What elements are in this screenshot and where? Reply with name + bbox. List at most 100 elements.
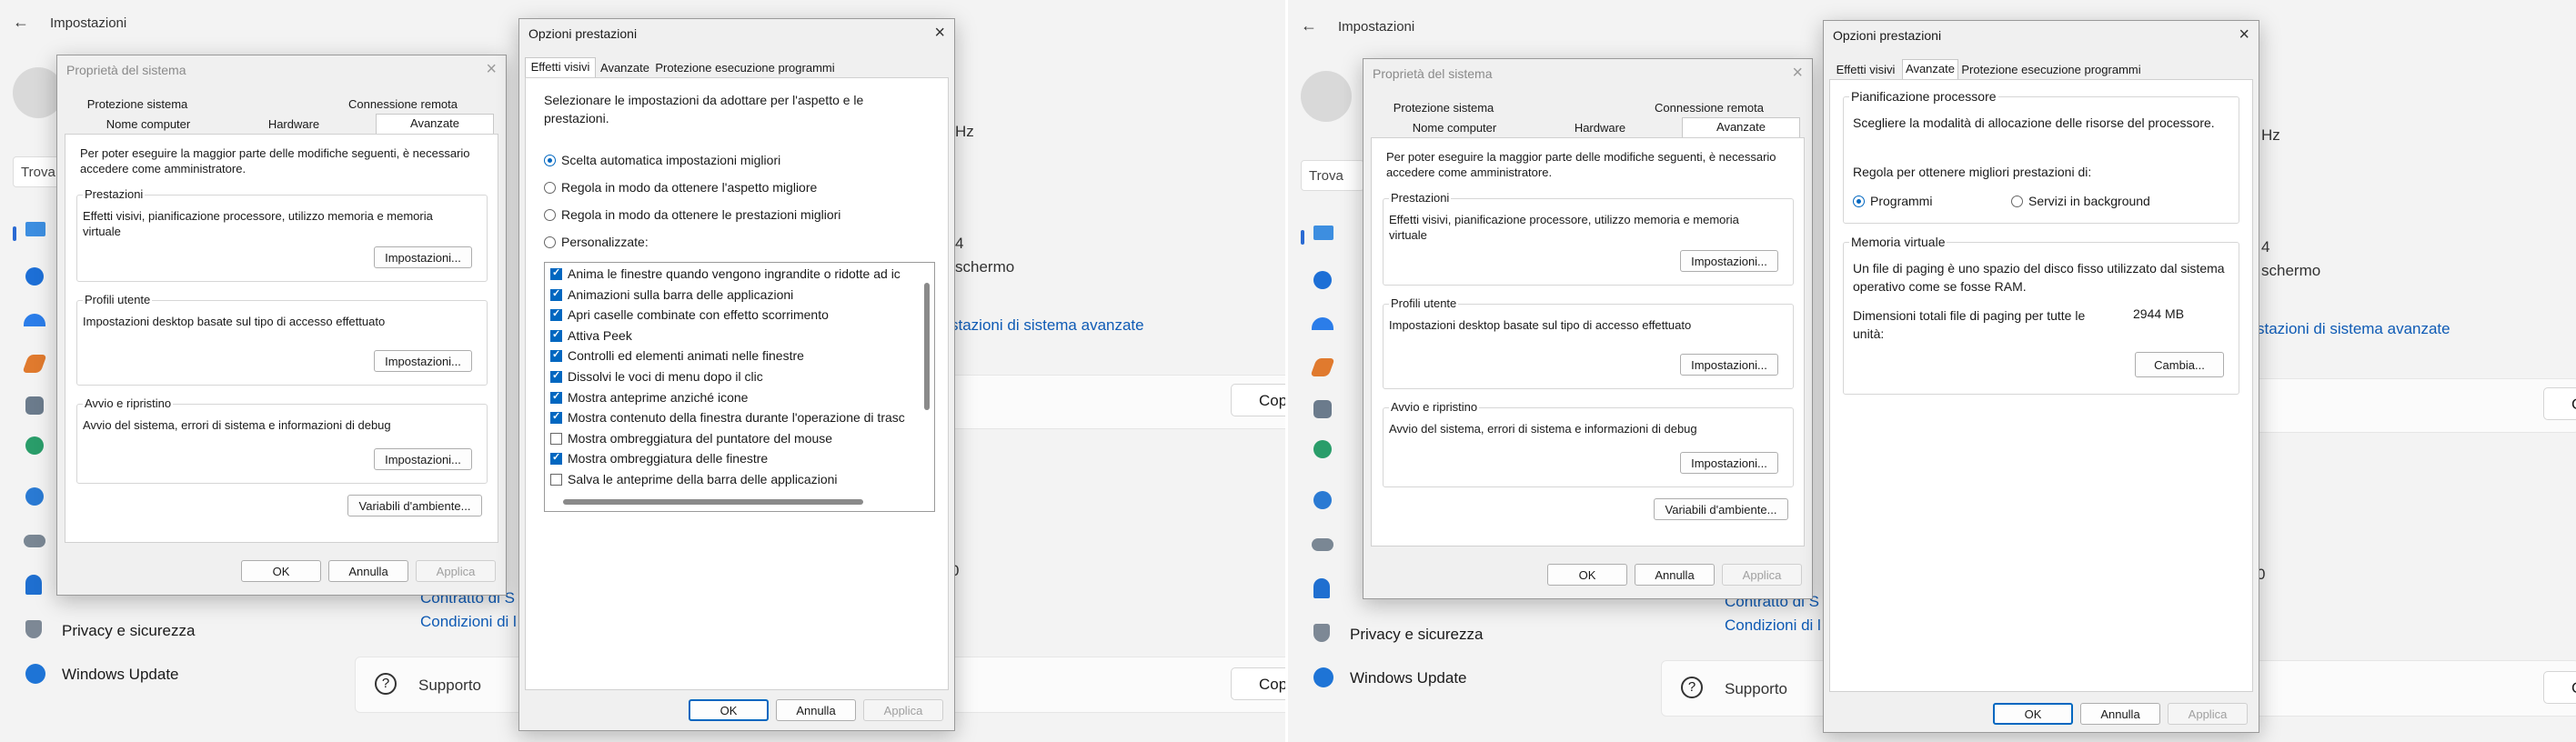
tab-advanced[interactable]: Avanzate (1902, 59, 1958, 79)
ok-button[interactable]: OK (241, 560, 321, 582)
accounts-icon[interactable] (25, 436, 44, 455)
apply-button[interactable]: Applica (2168, 703, 2248, 725)
environment-variables-button[interactable]: Variabili d'ambiente... (347, 495, 482, 516)
time-language-icon[interactable] (1313, 491, 1332, 509)
visual-effect-item[interactable]: Mostra contenuto della finestra durante … (550, 410, 905, 430)
tab-advanced[interactable]: Avanzate (376, 114, 494, 134)
nav-item-privacy[interactable]: Privacy e sicurezza (62, 622, 195, 640)
checkbox[interactable] (550, 266, 562, 280)
checkbox[interactable] (550, 432, 562, 445)
startup-settings-button[interactable]: Impostazioni... (374, 448, 472, 470)
gaming-icon[interactable] (1312, 538, 1333, 551)
close-icon[interactable]: × (1792, 63, 1803, 84)
performance-settings-button[interactable]: Impostazioni... (1680, 250, 1778, 272)
system-icon[interactable] (1313, 226, 1333, 240)
performance-settings-button[interactable]: Impostazioni... (374, 246, 472, 268)
apps-icon[interactable] (25, 396, 44, 415)
gaming-icon[interactable] (24, 535, 45, 547)
tab-system-protection[interactable]: Protezione sistema (1371, 99, 1516, 117)
radio-programs[interactable]: Programmi (1853, 194, 1932, 212)
license-terms-link[interactable]: Condizioni di l (420, 613, 517, 631)
apply-button[interactable]: Applica (416, 560, 496, 582)
nav-item-windows-update[interactable]: Windows Update (1350, 669, 1467, 687)
vertical-scrollbar[interactable] (924, 283, 930, 410)
personalization-icon[interactable] (22, 355, 47, 373)
nav-item-windows-update[interactable]: Windows Update (62, 666, 179, 684)
cancel-button[interactable]: Annulla (1635, 564, 1715, 586)
bluetooth-icon[interactable] (25, 267, 44, 286)
personalization-icon[interactable] (1310, 358, 1335, 376)
windows-update-icon[interactable] (1313, 667, 1333, 687)
visual-effect-item[interactable]: Mostra ombreggiatura del puntatore del m… (550, 431, 832, 451)
radio-auto-best[interactable]: Scelta automatica impostazioni migliori (544, 153, 780, 171)
tab-data-execution-prevention[interactable]: Protezione esecuzione programmi (654, 59, 836, 77)
radio-best-performance[interactable]: Regola in modo da ottenere le prestazion… (544, 207, 840, 226)
visual-effect-item[interactable]: Apri caselle combinate con effetto scorr… (550, 307, 829, 327)
radio-background-indicator[interactable] (2011, 196, 2023, 207)
change-button[interactable]: Cambia... (2135, 352, 2224, 377)
accessibility-icon[interactable] (25, 575, 42, 595)
tab-hardware[interactable]: Hardware (239, 115, 348, 134)
cancel-button[interactable]: Annulla (328, 560, 408, 582)
copy-button[interactable]: Copi (1231, 384, 1288, 416)
visual-effect-item[interactable]: Animazioni sulla barra delle applicazion… (550, 287, 793, 307)
visual-effect-item[interactable]: Attiva Peek (550, 328, 632, 348)
close-icon[interactable]: × (934, 23, 945, 44)
tab-data-execution-prevention[interactable]: Protezione esecuzione programmi (1960, 61, 2142, 79)
ok-button[interactable]: OK (689, 699, 769, 721)
cancel-button[interactable]: Annulla (776, 699, 856, 721)
environment-variables-button[interactable]: Variabili d'ambiente... (1654, 498, 1788, 520)
tab-remote-connection[interactable]: Connessione remota (330, 95, 476, 114)
close-icon[interactable]: × (2239, 25, 2249, 45)
cancel-button[interactable]: Annulla (2080, 703, 2160, 725)
accessibility-icon[interactable] (1313, 578, 1330, 598)
apps-icon[interactable] (1313, 400, 1332, 418)
visual-effects-list[interactable]: Anima le finestre quando vengono ingrand… (544, 262, 935, 512)
shield-icon[interactable] (1313, 624, 1330, 642)
radio-performance-indicator[interactable] (544, 209, 556, 221)
accounts-icon[interactable] (1313, 440, 1332, 458)
checkbox[interactable] (550, 287, 562, 301)
horizontal-scrollbar[interactable] (563, 499, 863, 505)
shield-icon[interactable] (25, 620, 42, 638)
user-profiles-settings-button[interactable]: Impostazioni... (374, 350, 472, 372)
ok-button[interactable]: OK (1547, 564, 1627, 586)
radio-custom[interactable]: Personalizzate: (544, 235, 649, 253)
visual-effect-item[interactable]: Dissolvi le voci di menu dopo il clic (550, 369, 763, 389)
radio-background-services[interactable]: Servizi in background (2011, 194, 2150, 212)
user-profiles-settings-button[interactable]: Impostazioni... (1680, 354, 1778, 376)
tab-computer-name[interactable]: Nome computer (85, 115, 212, 134)
radio-custom-indicator[interactable] (544, 236, 556, 248)
advanced-settings-link[interactable]: stazioni di sistema avanzate (951, 316, 1144, 335)
checkbox[interactable] (550, 390, 562, 404)
checkbox[interactable] (550, 348, 562, 363)
checkbox[interactable] (550, 307, 562, 322)
tab-advanced[interactable]: Avanzate (1682, 117, 1800, 137)
time-language-icon[interactable] (25, 487, 44, 506)
checkbox[interactable] (550, 474, 562, 486)
advanced-settings-link[interactable]: stazioni di sistema avanzate (2257, 320, 2450, 338)
ok-button[interactable]: OK (1993, 703, 2073, 725)
checkbox[interactable] (550, 451, 562, 466)
network-icon[interactable] (24, 314, 45, 326)
apply-button[interactable]: Applica (1722, 564, 1802, 586)
back-arrow-icon[interactable]: ← (13, 13, 31, 31)
license-terms-link[interactable]: Condizioni di l (1725, 617, 1821, 635)
tab-system-protection[interactable]: Protezione sistema (65, 95, 210, 114)
back-arrow-icon[interactable]: ← (1301, 16, 1319, 35)
checkbox[interactable] (550, 328, 562, 342)
copy-button-support[interactable]: Copi (1231, 667, 1288, 700)
tab-advanced[interactable]: Avanzate (598, 59, 652, 77)
visual-effect-item[interactable]: Salva le anteprime della barra delle app… (550, 472, 838, 492)
radio-auto-indicator[interactable] (544, 155, 556, 166)
visual-effect-item[interactable]: Mostra anteprime anziché icone (550, 390, 748, 410)
radio-appearance-indicator[interactable] (544, 182, 556, 194)
search-input[interactable]: Trova (1301, 160, 1364, 191)
checkbox[interactable] (550, 369, 562, 383)
tab-computer-name[interactable]: Nome computer (1391, 119, 1518, 137)
visual-effect-item[interactable]: Mostra ombreggiatura delle finestre (550, 451, 768, 471)
network-icon[interactable] (1312, 317, 1333, 330)
tab-remote-connection[interactable]: Connessione remota (1636, 99, 1782, 117)
apply-button[interactable]: Applica (863, 699, 943, 721)
radio-best-appearance[interactable]: Regola in modo da ottenere l'aspetto mig… (544, 180, 817, 198)
